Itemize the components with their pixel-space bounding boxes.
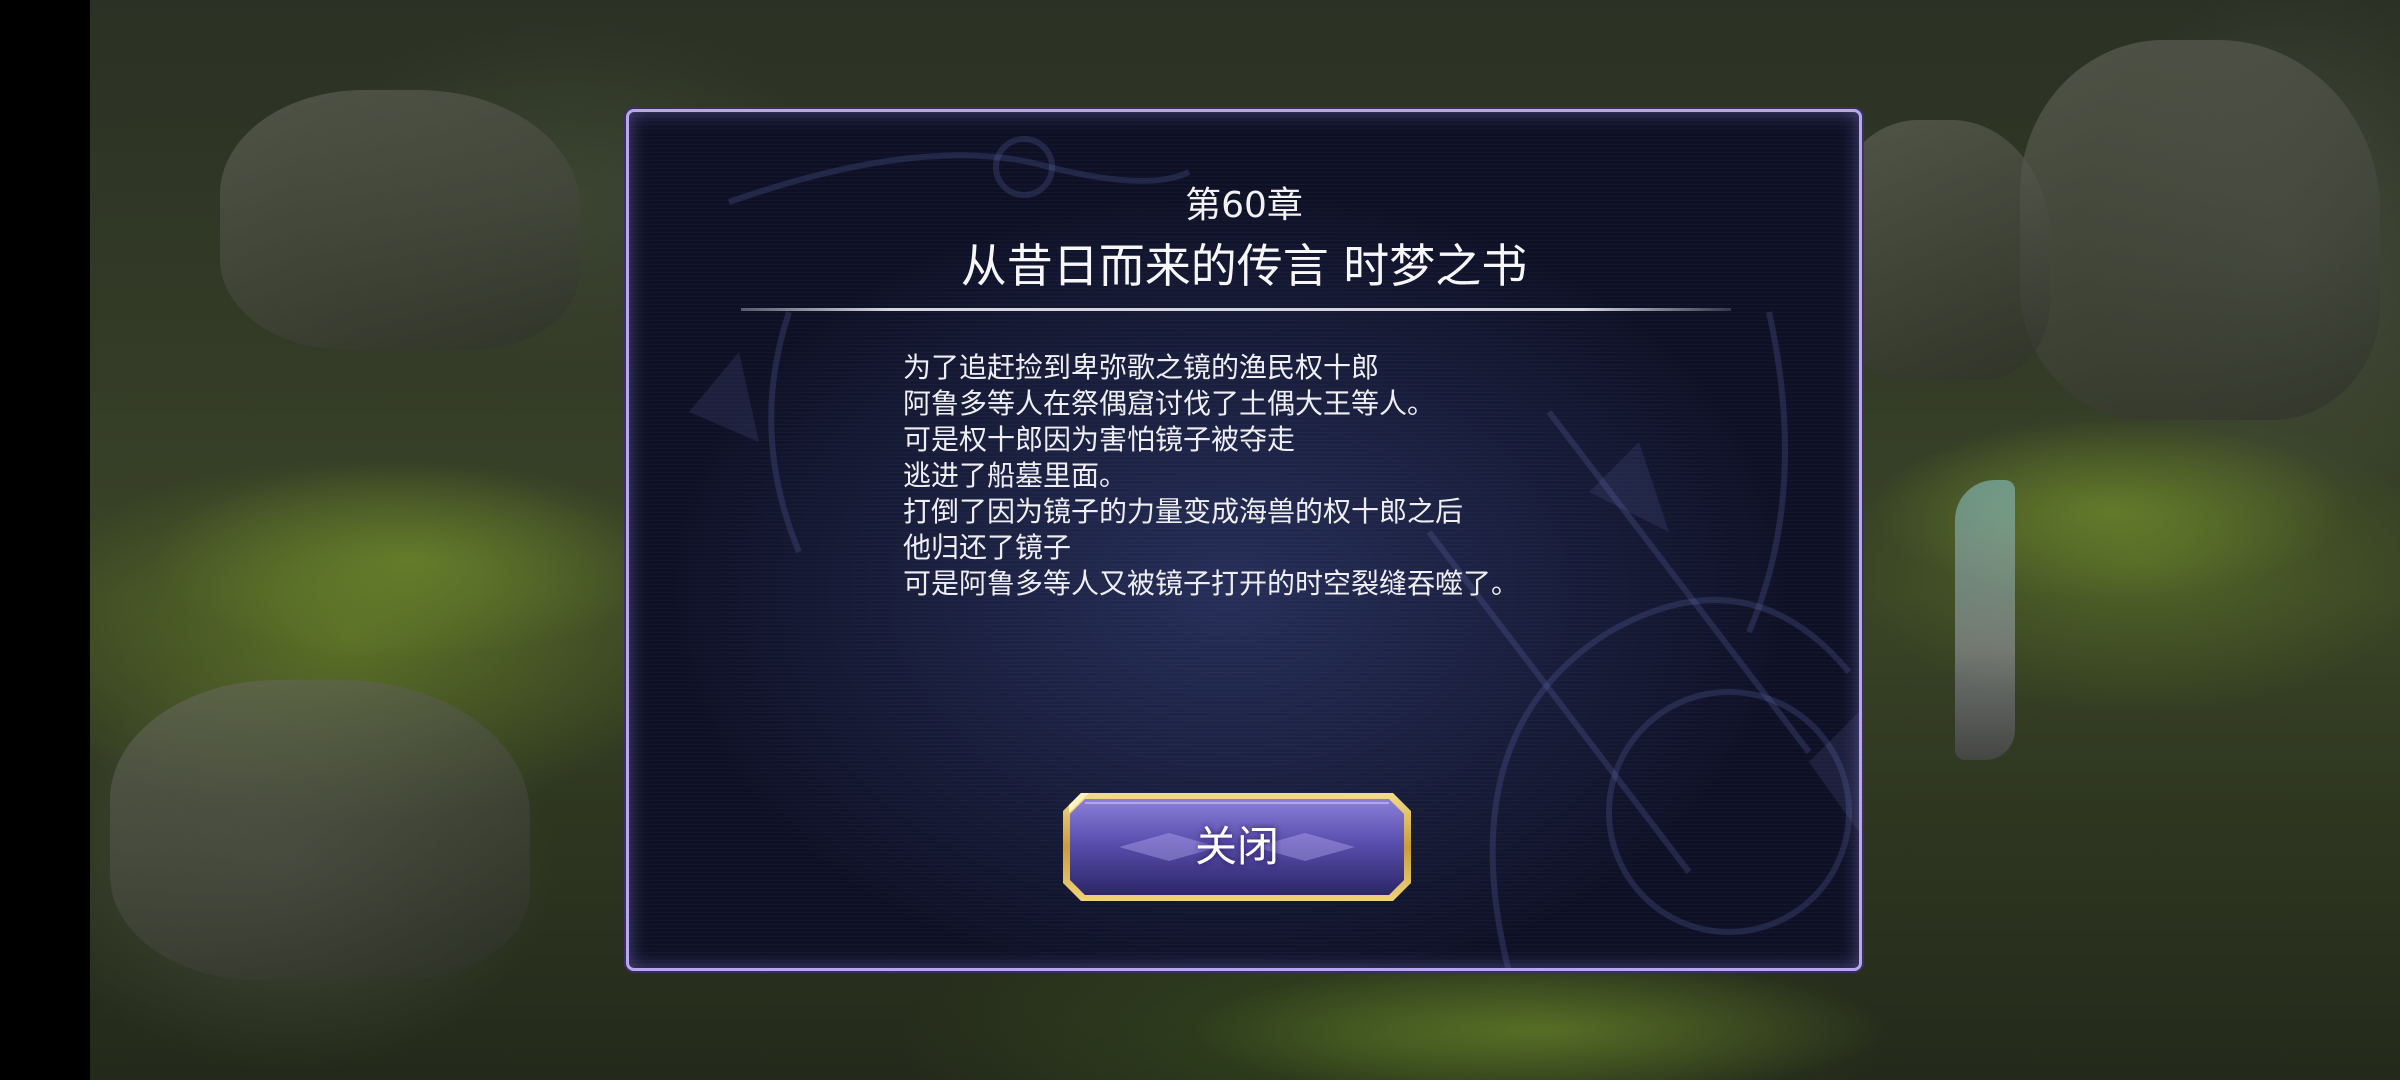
story-line: 阿鲁多等人在祭偶窟讨伐了土偶大王等人。 [903,387,1436,420]
character-sprite [1955,480,2015,760]
chapter-number: 第60章 [1185,185,1303,226]
letterbox-bar [0,0,90,1080]
story-line: 可是权十郎因为害怕镜子被夺走 [903,423,1296,456]
game-screen: 第60章 从昔日而来的传言 时梦之书 为了追赶捡到卑弥歌之镜的渔民权十郎 阿鲁多… [0,0,2400,1080]
grass-patch [1190,960,1890,1080]
grass-patch [1870,420,2350,600]
story-line: 可是阿鲁多等人又被镜子打开的时空裂缝吞噬了。 [903,567,1520,600]
chapter-summary-dialog: 第60章 从昔日而来的传言 时梦之书 为了追赶捡到卑弥歌之镜的渔民权十郎 阿鲁多… [626,109,1862,971]
chapter-title: 从昔日而来的传言 时梦之书 [960,239,1528,293]
close-button[interactable]: 关闭 [1059,789,1415,905]
story-line: 打倒了因为镜子的力量变成海兽的权十郎之后 [903,495,1464,528]
close-button-label: 关闭 [1194,822,1279,871]
cliff-rock [110,680,530,980]
story-line: 他归还了镜子 [903,531,1072,564]
cliff-rock [1830,120,2050,380]
grass-patch [150,460,670,660]
cliff-rock [2020,40,2380,420]
title-divider [741,308,1731,311]
cliff-rock [220,90,580,350]
story-line: 逃进了船墓里面。 [903,459,1128,492]
story-summary: 为了追赶捡到卑弥歌之镜的渔民权十郎 阿鲁多等人在祭偶窟讨伐了土偶大王等人。 可是… [903,350,1663,602]
story-line: 为了追赶捡到卑弥歌之镜的渔民权十郎 [903,351,1380,384]
